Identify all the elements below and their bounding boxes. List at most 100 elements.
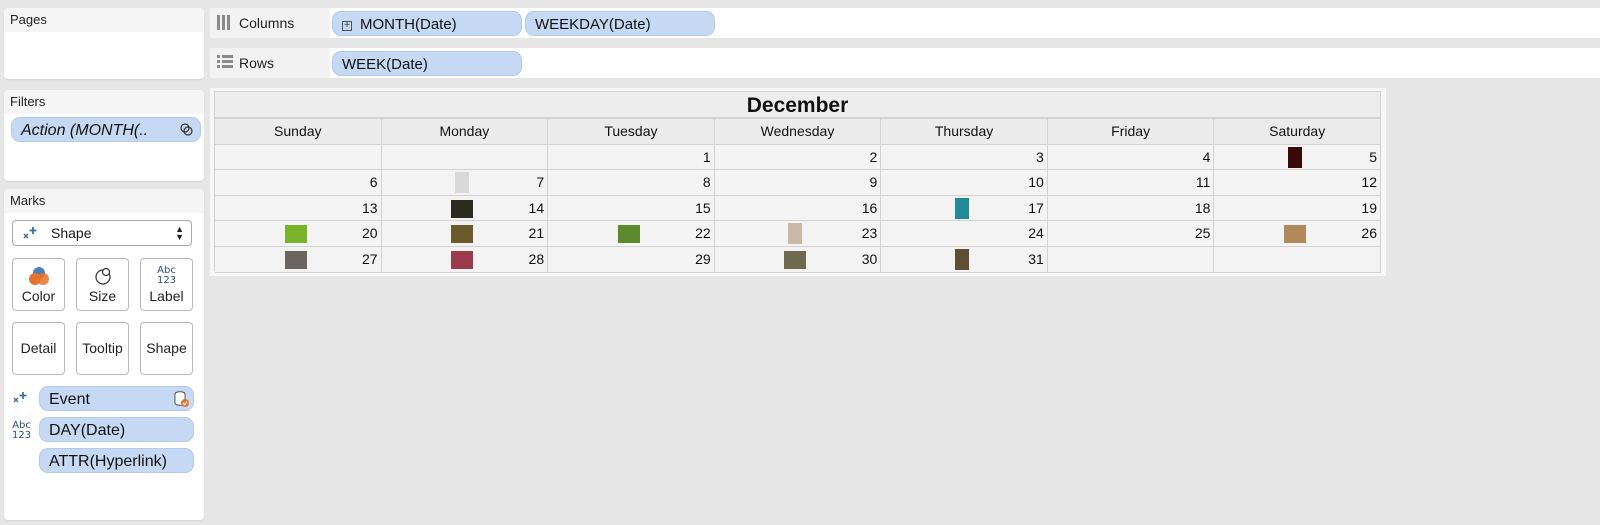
calendar-empty-cell — [215, 144, 382, 171]
marks-card[interactable]: Marks Shape ▲ ▼ Color Size Abc 123 Label… — [4, 189, 204, 520]
event-thumbnail-image[interactable] — [954, 197, 969, 219]
event-thumbnail-image[interactable] — [455, 172, 470, 194]
day-number: 30 — [861, 251, 878, 267]
calendar-day-cell[interactable]: 30 — [714, 247, 882, 273]
calendar-view: December Sunday Monday Tuesday Wednesday Thu… — [210, 88, 1386, 276]
calendar-day-cell[interactable]: 1 — [548, 144, 715, 171]
mark-type-label: Shape — [51, 225, 92, 241]
calendar-day-cell[interactable]: 18 — [1047, 195, 1215, 222]
event-thumbnail-image[interactable] — [1287, 146, 1302, 168]
month-date-label: MONTH(Date) — [360, 16, 457, 33]
detail-button[interactable]: Detail — [12, 322, 65, 375]
rows-shelf-label: Rows — [210, 48, 330, 78]
calendar-day-cell[interactable]: 16 — [714, 195, 882, 222]
calendar-grid: Sunday Monday Tuesday Wednesday Thursday Frid… — [214, 118, 1381, 273]
event-thumbnail-image[interactable] — [284, 225, 307, 244]
calendar-day-cell[interactable]: 19 — [1214, 195, 1381, 222]
week-date-pill[interactable]: WEEK(Date) — [332, 51, 522, 76]
hyperlink-field-pill[interactable]: ATTR(Hyperlink) — [39, 448, 194, 473]
color-icon — [28, 267, 49, 285]
event-thumbnail-image[interactable] — [451, 225, 474, 244]
day-number: 27 — [361, 251, 378, 267]
calendar-empty-cell — [1214, 247, 1381, 273]
day-number: 23 — [861, 225, 878, 242]
day-number: 28 — [528, 251, 545, 267]
calendar-day-cell[interactable]: 28 — [381, 247, 549, 273]
day-date-field-pill[interactable]: DAY(Date) — [39, 417, 194, 442]
calendar-day-cell[interactable]: 9 — [714, 170, 882, 196]
day-number: 4 — [1202, 148, 1211, 165]
expand-icon[interactable]: + — [342, 21, 352, 31]
event-thumbnail-image[interactable] — [954, 249, 969, 270]
calendar-day-cell[interactable]: 4 — [1047, 144, 1215, 171]
day-number: 21 — [528, 225, 545, 242]
filters-card[interactable]: Filters Action (MONTH(.. — [4, 90, 204, 181]
calendar-day-cell[interactable]: 21 — [381, 221, 549, 247]
shape-button[interactable]: Shape — [140, 322, 193, 375]
calendar-day-cell[interactable]: 29 — [548, 247, 715, 273]
calendar-day-cell[interactable]: 12 — [1214, 170, 1381, 196]
day-number: 8 — [702, 174, 711, 191]
calendar-day-cell[interactable]: 13 — [215, 195, 382, 222]
calendar-day-cell[interactable]: 10 — [881, 170, 1048, 196]
columns-shelf[interactable]: Columns + MONTH(Date) WEEKDAY(Date) — [210, 8, 1600, 38]
shape-button-label: Shape — [146, 340, 187, 356]
calendar-day-cell[interactable]: 17 — [881, 195, 1048, 222]
day-number: 29 — [695, 251, 711, 267]
weekday-header-wednesday: Wednesday — [714, 119, 882, 145]
calendar-day-cell[interactable]: 26 — [1214, 221, 1381, 247]
calendar-day-cell[interactable]: 22 — [548, 221, 715, 247]
calendar-day-cell[interactable]: 31 — [881, 247, 1048, 273]
day-number: 11 — [1195, 174, 1211, 191]
mark-type-dropdown[interactable]: Shape ▲ ▼ — [12, 220, 192, 246]
rows-shelf[interactable]: Rows WEEK(Date) — [210, 48, 1600, 78]
day-number: 5 — [1369, 148, 1377, 165]
calendar-day-cell[interactable]: 23 — [714, 221, 882, 247]
size-button[interactable]: Size — [76, 258, 129, 311]
event-field-pill[interactable]: Event — [39, 386, 194, 411]
calendar-day-cell[interactable]: 20 — [215, 221, 382, 247]
tooltip-button[interactable]: Tooltip — [76, 322, 129, 375]
weekday-header-saturday: Saturday — [1214, 119, 1381, 145]
calendar-empty-cell — [381, 144, 549, 171]
calendar-day-cell[interactable]: 5 — [1214, 144, 1381, 171]
marks-title: Marks — [4, 189, 204, 213]
event-thumbnail-image[interactable] — [1283, 225, 1306, 244]
database-check-icon — [174, 391, 189, 407]
event-thumbnail-image[interactable] — [617, 225, 640, 244]
calendar-day-cell[interactable]: 8 — [548, 170, 715, 196]
calendar-day-cell[interactable]: 7 — [381, 170, 549, 196]
day-number: 6 — [369, 174, 378, 191]
event-thumbnail-image[interactable] — [451, 199, 474, 218]
label-button-label: Label — [149, 288, 184, 304]
day-number: 10 — [1028, 174, 1044, 191]
month-date-pill[interactable]: + MONTH(Date) — [332, 11, 522, 36]
calendar-day-cell[interactable]: 14 — [381, 195, 549, 222]
abc-123-icon: Abc 123 — [156, 265, 177, 286]
event-thumbnail-image[interactable] — [784, 251, 807, 269]
day-number: 25 — [1194, 225, 1211, 242]
calendar-day-cell[interactable]: 15 — [548, 195, 715, 222]
calendar-day-cell[interactable]: 2 — [714, 144, 882, 171]
day-number: 22 — [695, 225, 711, 242]
filter-pill-action-month[interactable]: Action (MONTH(.. — [11, 117, 201, 142]
weekday-header-thursday: Thursday — [881, 119, 1048, 145]
weekday-header-tuesday: Tuesday — [548, 119, 715, 145]
event-field-label: Event — [49, 391, 90, 408]
weekday-date-pill[interactable]: WEEKDAY(Date) — [525, 11, 715, 36]
calendar-day-cell[interactable]: 24 — [881, 221, 1048, 247]
event-thumbnail-image[interactable] — [451, 251, 474, 269]
event-thumbnail-image[interactable] — [284, 251, 307, 269]
day-date-field-label: DAY(Date) — [49, 422, 126, 439]
calendar-day-cell[interactable]: 27 — [215, 247, 382, 273]
pages-card[interactable]: Pages — [4, 8, 204, 79]
day-number: 3 — [1036, 148, 1044, 165]
calendar-day-cell[interactable]: 6 — [215, 170, 382, 196]
label-button[interactable]: Abc 123 Label — [140, 258, 193, 311]
event-thumbnail-image[interactable] — [788, 223, 803, 245]
calendar-day-cell[interactable]: 25 — [1047, 221, 1215, 247]
calendar-day-cell[interactable]: 3 — [881, 144, 1048, 171]
calendar-day-cell[interactable]: 11 — [1047, 170, 1215, 196]
filters-title: Filters — [4, 90, 204, 114]
color-button[interactable]: Color — [12, 258, 65, 311]
